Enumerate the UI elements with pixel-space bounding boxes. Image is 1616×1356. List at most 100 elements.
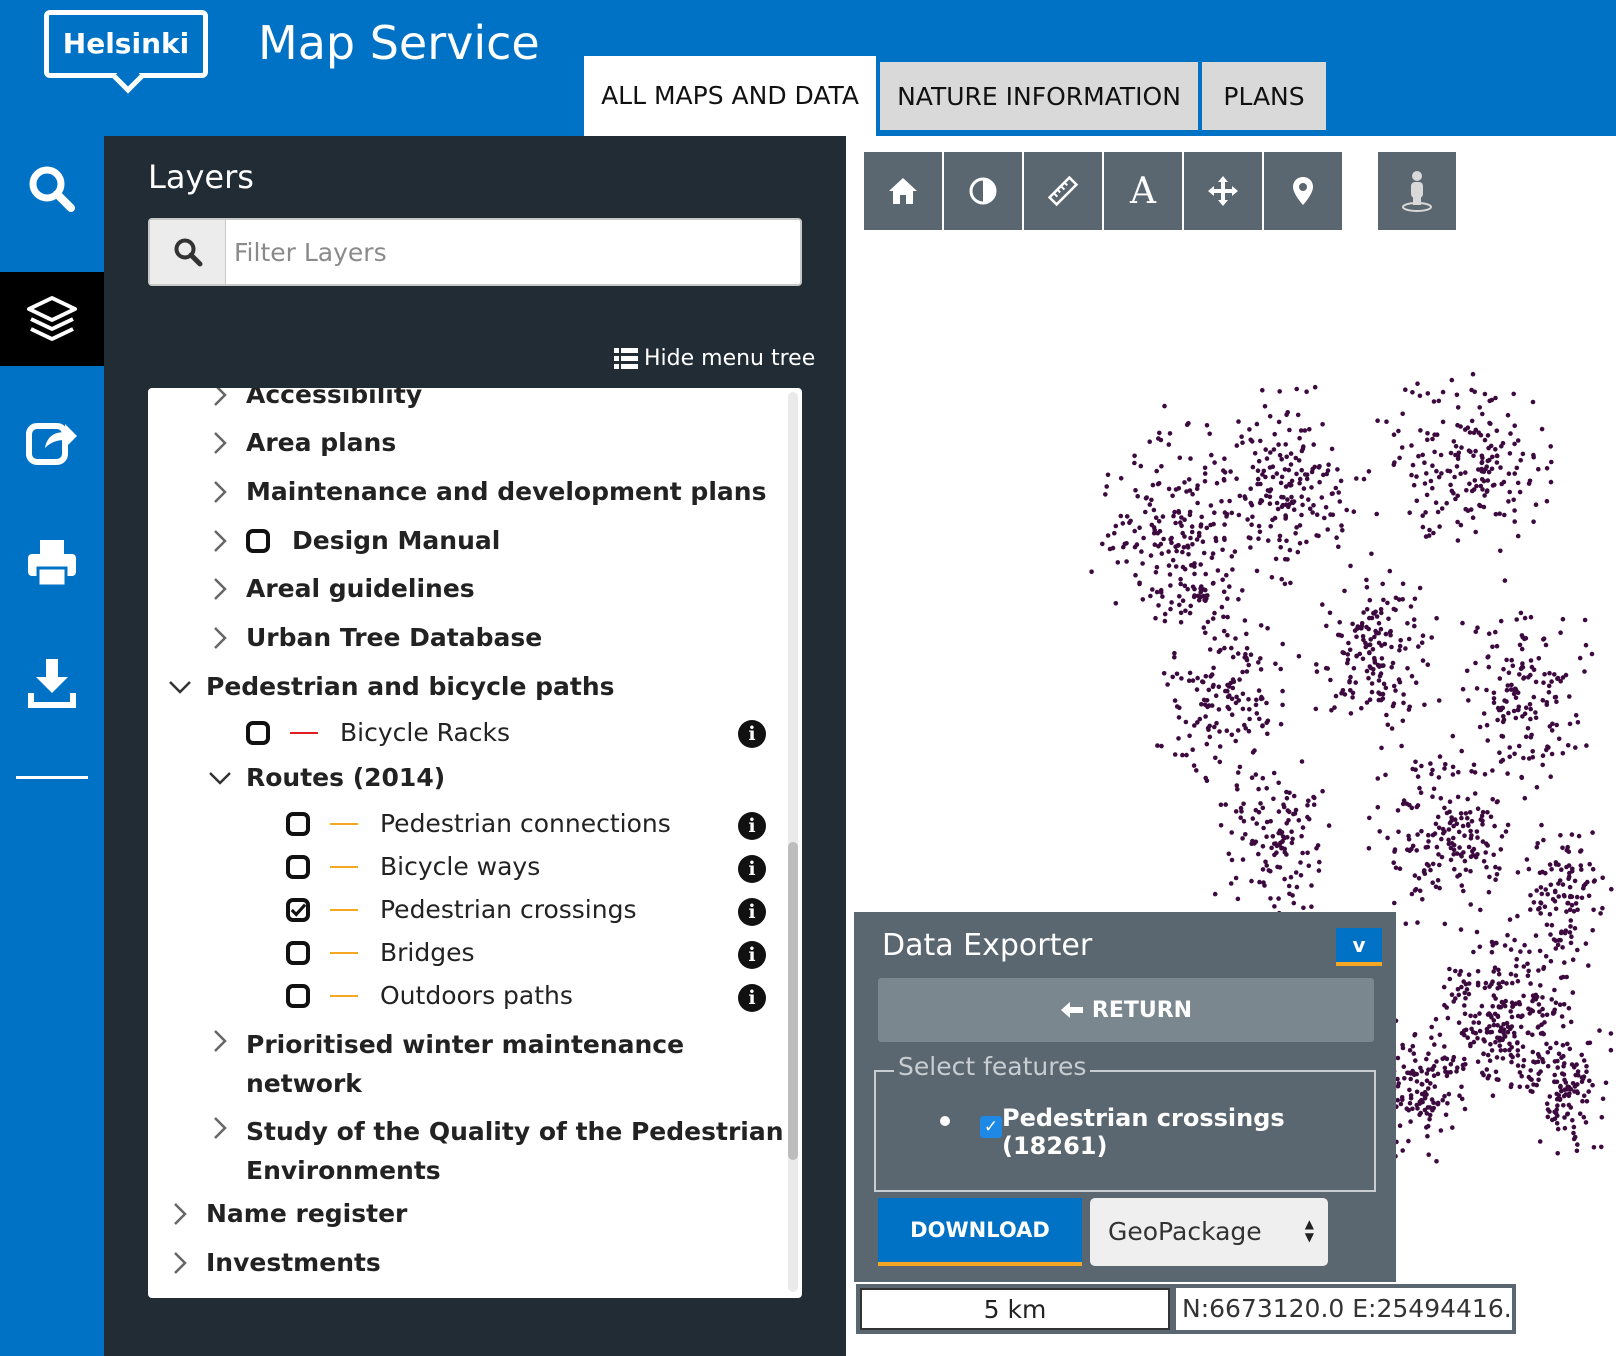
tree-item-area-plans[interactable]: Area plans [206, 428, 396, 457]
locate-button[interactable] [1264, 152, 1342, 230]
map-point [1330, 491, 1335, 496]
map-point [1418, 1065, 1423, 1071]
tab-nature-information[interactable]: NATURE INFORMATION [880, 62, 1198, 130]
contrast-button[interactable] [944, 152, 1022, 230]
bicycle-ways-checkbox[interactable] [286, 854, 310, 879]
info-icon[interactable]: i [738, 898, 766, 926]
map-point [1207, 431, 1212, 437]
search-button[interactable] [0, 142, 104, 236]
bridges-checkbox[interactable] [286, 940, 310, 965]
feature-checkbox[interactable]: ✓ [980, 1116, 1002, 1138]
map-point [1254, 711, 1260, 716]
info-icon[interactable]: i [738, 984, 766, 1012]
tree-item-accessibility[interactable]: Accessibility [206, 388, 422, 409]
map-point [1299, 512, 1304, 518]
tree-item-winter-maintenance[interactable]: Prioritised winter maintenance network [206, 1025, 684, 1103]
pan-button[interactable] [1184, 152, 1262, 230]
map-point [1205, 725, 1211, 731]
map-point [1212, 891, 1218, 897]
layer-pedestrian-crossings[interactable]: Pedestrian crossings [286, 895, 636, 924]
tree-item-maintenance-plans[interactable]: Maintenance and development plans [206, 477, 766, 506]
tree-item-investments[interactable]: Investments [166, 1248, 381, 1277]
info-icon[interactable]: i [738, 941, 766, 969]
info-icon[interactable]: i [738, 812, 766, 840]
map-point [1233, 636, 1238, 641]
map-point [1367, 815, 1372, 821]
layer-bicycle-ways[interactable]: Bicycle ways [286, 852, 540, 881]
map-point [1453, 444, 1459, 449]
home-button[interactable] [864, 152, 942, 230]
bicycle-racks-checkbox[interactable] [246, 720, 270, 745]
map-point [1436, 825, 1442, 831]
info-icon[interactable]: i [738, 855, 766, 883]
map-point [1353, 680, 1358, 685]
print-button[interactable] [0, 516, 104, 610]
map-point [1432, 449, 1437, 455]
tree-item-pedestrian-quality-study[interactable]: Study of the Quality of the Pedestrian E… [206, 1112, 784, 1190]
map-point [1580, 1076, 1586, 1082]
map-point [1487, 1058, 1493, 1063]
map-point [1395, 1083, 1401, 1089]
map-point [1508, 687, 1514, 692]
layers-button[interactable] [0, 272, 104, 366]
filter-layers-input[interactable] [234, 230, 784, 274]
map-point [1258, 498, 1264, 503]
design-manual-checkbox[interactable] [246, 528, 270, 553]
pedestrian-connections-checkbox[interactable] [286, 811, 310, 836]
chevron-right-icon [206, 527, 234, 555]
tree-item-pedestrian-bicycle-paths[interactable]: Pedestrian and bicycle paths [166, 672, 615, 701]
map-point [1471, 846, 1477, 852]
map-point [1608, 1047, 1614, 1053]
tab-plans[interactable]: PLANS [1202, 62, 1326, 130]
map-point [1279, 474, 1285, 480]
hide-menu-tree-button[interactable]: Hide menu tree [614, 346, 815, 371]
tree-scrollbar-thumb[interactable] [788, 842, 798, 1160]
format-select[interactable]: GeoPackage ▲ ▼ [1090, 1198, 1328, 1266]
map-point [1528, 706, 1533, 712]
tree-item-design-manual[interactable]: Design Manual [206, 526, 500, 555]
map-point [1400, 1045, 1406, 1051]
map-point [1542, 904, 1548, 909]
download-data-button[interactable]: DOWNLOAD [878, 1198, 1082, 1266]
map-point [1554, 699, 1559, 705]
map-point [1284, 789, 1289, 795]
map-point [1339, 523, 1344, 528]
return-button[interactable]: RETURN [878, 978, 1374, 1042]
map-point [1297, 435, 1302, 441]
layer-outdoors-paths[interactable]: Outdoors paths [286, 981, 573, 1010]
layer-bridges[interactable]: Bridges [286, 938, 475, 967]
layer-pedestrian-connections[interactable]: Pedestrian connections [286, 809, 671, 838]
pedestrian-crossings-checkbox[interactable] [286, 897, 310, 922]
download-button[interactable] [0, 636, 104, 730]
map-point [1575, 907, 1580, 913]
map-point [1455, 538, 1461, 543]
map-point [1311, 442, 1316, 447]
map-point [1172, 655, 1177, 660]
text-button[interactable]: A [1104, 152, 1182, 230]
map-point [1455, 986, 1461, 992]
tree-item-name-register[interactable]: Name register [166, 1199, 407, 1228]
map-point [1215, 568, 1221, 573]
feature-label[interactable]: Pedestrian crossings (18261) [1002, 1104, 1374, 1160]
info-icon[interactable]: i [738, 720, 766, 748]
helsinki-logo[interactable]: Helsinki [44, 10, 208, 94]
tab-all-maps-and-data[interactable]: ALL MAPS AND DATA [584, 56, 876, 136]
outdoors-paths-checkbox[interactable] [286, 983, 310, 1008]
street-view-button[interactable] [1378, 152, 1456, 230]
collapse-button[interactable]: v [1336, 928, 1382, 966]
tree-item-urban-tree-database[interactable]: Urban Tree Database [206, 623, 542, 652]
map-point [1420, 658, 1426, 663]
map-point [1548, 1045, 1553, 1051]
share-button[interactable] [0, 394, 104, 488]
map-point [1299, 448, 1305, 454]
map-point [1178, 520, 1183, 525]
measure-button[interactable] [1024, 152, 1102, 230]
layer-bicycle-racks[interactable]: Bicycle Racks [246, 718, 510, 747]
map-point [1407, 1087, 1412, 1093]
map-point [1519, 774, 1524, 780]
map-point [1547, 1109, 1552, 1114]
tree-item-areal-guidelines[interactable]: Areal guidelines [206, 574, 475, 603]
map-point [1306, 497, 1311, 502]
tree-scrollbar[interactable] [788, 392, 798, 1292]
tree-item-routes-2014[interactable]: Routes (2014) [206, 763, 445, 792]
